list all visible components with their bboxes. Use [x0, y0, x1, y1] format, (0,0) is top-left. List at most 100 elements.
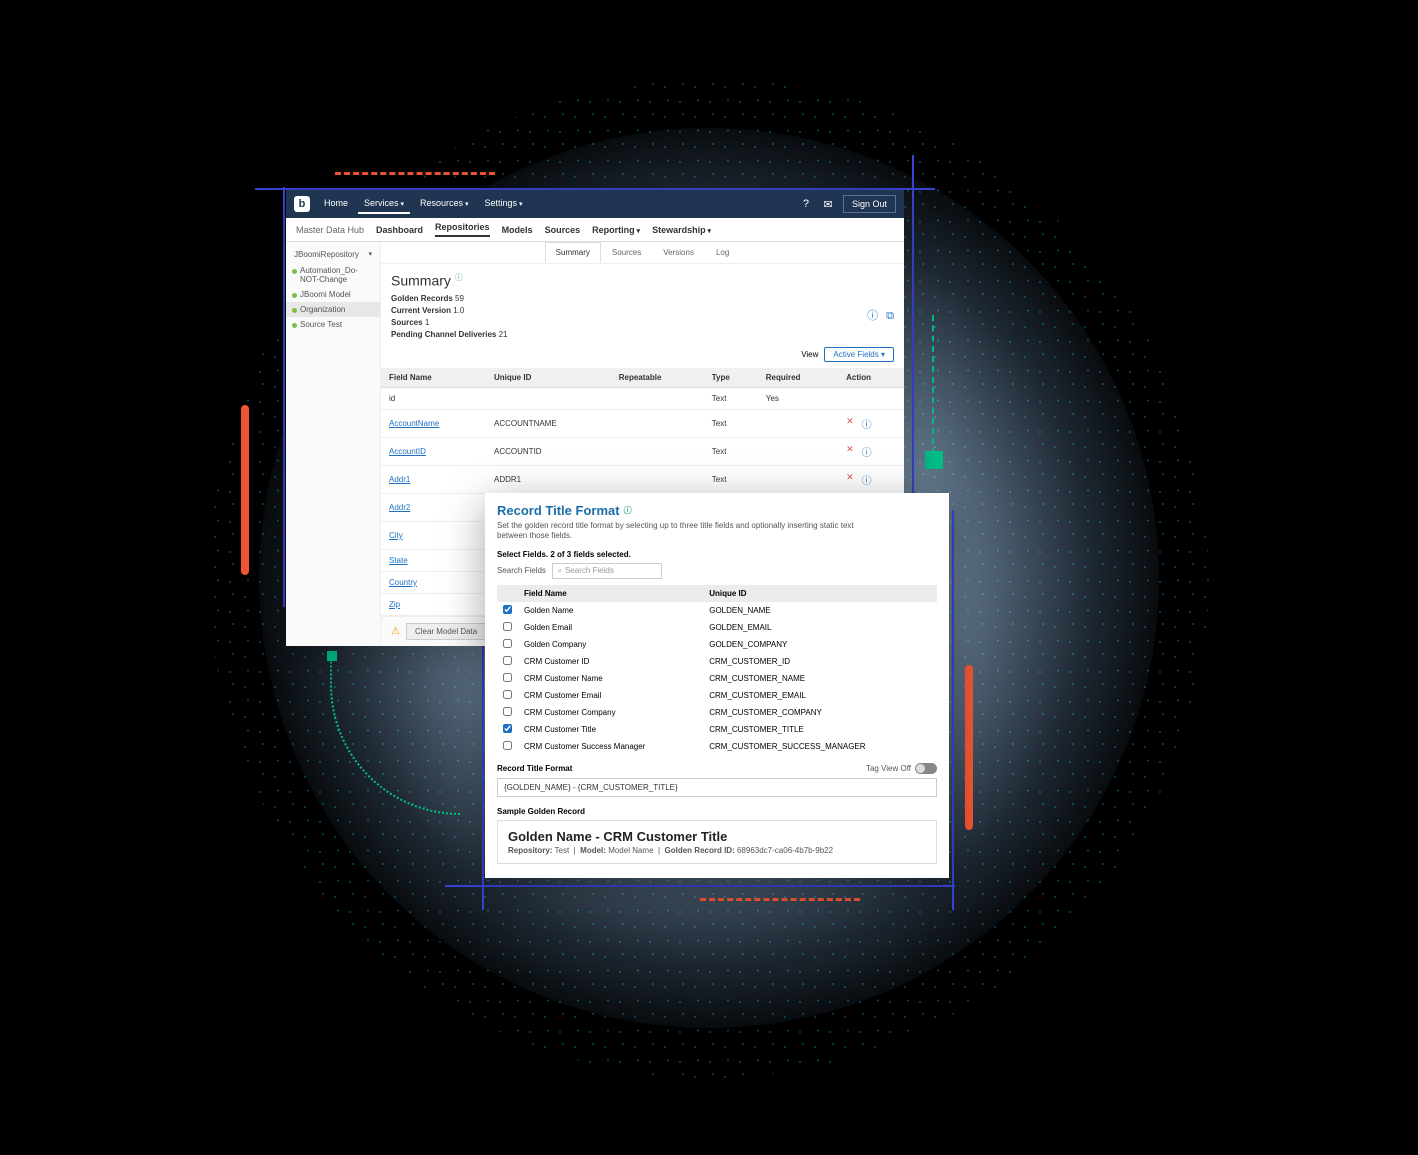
nav-resources[interactable]: Resources [414, 194, 475, 214]
accent-line [283, 187, 285, 607]
subnav-models[interactable]: Models [502, 225, 533, 235]
table-row: CRM Customer EmailCRM_CUSTOMER_EMAIL [497, 687, 937, 704]
nav-home[interactable]: Home [318, 194, 354, 214]
cell-field-name: Golden Company [518, 636, 703, 653]
tab-sources[interactable]: Sources [601, 242, 652, 263]
page-title: Summary ⓘ [381, 264, 904, 293]
accent-bar [241, 405, 249, 575]
cell-field-name[interactable]: Addr2 [381, 493, 486, 521]
info-icon[interactable]: ⓘ [862, 416, 872, 431]
sample-title: Golden Name - CRM Customer Title [508, 829, 926, 844]
search-label: Search Fields [497, 566, 546, 575]
info-icon[interactable]: ⓘ [624, 505, 632, 516]
sample-val: Test [555, 846, 570, 855]
subnav-repositories[interactable]: Repositories [435, 222, 490, 237]
field-checkbox[interactable] [503, 724, 512, 733]
field-checkbox[interactable] [503, 741, 512, 750]
nav-services[interactable]: Services [358, 194, 410, 214]
field-checkbox[interactable] [503, 656, 512, 665]
info-icon[interactable]: ⓘ [862, 444, 872, 459]
rtf-format-row: Record Title Format Tag View Off [497, 763, 937, 774]
sample-key: Model: [580, 846, 606, 855]
signout-button[interactable]: Sign Out [843, 195, 896, 213]
field-checkbox[interactable] [503, 673, 512, 682]
sample-key: Golden Record ID: [665, 846, 735, 855]
tabs: Summary Sources Versions Log [381, 242, 904, 264]
field-checkbox[interactable] [503, 690, 512, 699]
rtf-search-row: Search Fields ⌕ Search Fields [497, 563, 937, 579]
cell-field-name[interactable]: AccountID [381, 437, 486, 465]
tag-view-toggle[interactable] [915, 763, 937, 774]
sample-val: Model Name [608, 846, 653, 855]
delete-icon[interactable]: ✕ [846, 472, 854, 487]
info-icon[interactable]: ⓘ [867, 308, 878, 325]
sidebar-item[interactable]: JBoomi Model [286, 287, 380, 302]
table-row: Golden NameGOLDEN_NAME [497, 602, 937, 619]
cell-action: ✕ⓘ [838, 437, 904, 465]
sample-val: 68963dc7-ca06-4b7b-9b22 [737, 846, 833, 855]
field-checkbox[interactable] [503, 622, 512, 631]
tab-log[interactable]: Log [705, 242, 740, 263]
cell-field-name[interactable]: Addr1 [381, 465, 486, 493]
record-title-format-panel: Record Title Format ⓘ Set the golden rec… [485, 493, 949, 878]
cell-repeatable [611, 409, 704, 437]
meta-value: 59 [455, 294, 464, 303]
sidebar-repo-dropdown[interactable]: JBoomiRepository [286, 246, 380, 263]
col-repeatable: Repeatable [611, 368, 704, 388]
field-checkbox[interactable] [503, 605, 512, 614]
clear-model-button[interactable]: Clear Model Data [406, 623, 486, 640]
delete-icon[interactable]: ✕ [846, 416, 854, 431]
cell-uid: ADDR1 [486, 465, 611, 493]
rtf-heading: Record Title Format ⓘ [497, 503, 937, 518]
subnav-stewardship[interactable]: Stewardship [652, 225, 711, 235]
cell-action: ✕ⓘ [838, 465, 904, 493]
cell-required [758, 465, 838, 493]
field-checkbox[interactable] [503, 639, 512, 648]
warning-icon: ⚠ [391, 626, 400, 637]
cell-uid: GOLDEN_NAME [703, 602, 937, 619]
topbar-right: ? ✉ Sign Out [799, 195, 896, 213]
col-field-name: Field Name [381, 368, 486, 388]
cell-field-name[interactable]: State [381, 549, 486, 571]
cell-field-name[interactable]: Zip [381, 593, 486, 615]
nav-settings[interactable]: Settings [479, 194, 529, 214]
col-unique-id: Unique ID [486, 368, 611, 388]
cell-field-name[interactable]: AccountName [381, 409, 486, 437]
cell-uid: CRM_CUSTOMER_TITLE [703, 721, 937, 738]
help-icon[interactable]: ? [799, 197, 813, 211]
cell-uid: CRM_CUSTOMER_EMAIL [703, 687, 937, 704]
cell-uid: GOLDEN_EMAIL [703, 619, 937, 636]
subnav-reporting[interactable]: Reporting [592, 225, 640, 235]
table-row: Golden CompanyGOLDEN_COMPANY [497, 636, 937, 653]
sidebar-item[interactable]: Organization [286, 302, 380, 317]
cell-field-name[interactable]: City [381, 521, 486, 549]
tag-view-label: Tag View Off [866, 764, 911, 773]
sidebar-item[interactable]: Source Test [286, 317, 380, 332]
search-input[interactable]: ⌕ Search Fields [552, 563, 662, 579]
subnav-sources[interactable]: Sources [545, 225, 581, 235]
cell-field-name: CRM Customer Company [518, 704, 703, 721]
cell-type: Text [704, 437, 758, 465]
info-icon[interactable]: ⓘ [455, 273, 463, 282]
cell-required [758, 437, 838, 465]
mail-alert-icon[interactable]: ✉ [821, 197, 835, 211]
subnav-dashboard[interactable]: Dashboard [376, 225, 423, 235]
cell-field-name[interactable]: Country [381, 571, 486, 593]
sidebar-item[interactable]: Automation_Do-NOT-Change [286, 263, 380, 287]
table-row: idTextYes [381, 387, 904, 409]
info-icon[interactable]: ⓘ [862, 472, 872, 487]
accent-dash [700, 898, 860, 901]
cell-action: ✕ⓘ [838, 409, 904, 437]
rtf-description: Set the golden record title format by se… [497, 521, 857, 542]
table-row: CRM Customer NameCRM_CUSTOMER_NAME [497, 670, 937, 687]
tab-summary[interactable]: Summary [545, 242, 601, 263]
delete-icon[interactable]: ✕ [846, 444, 854, 459]
view-dropdown[interactable]: Active Fields [824, 347, 894, 362]
rtf-format-input[interactable]: {GOLDEN_NAME} - {CRM_CUSTOMER_TITLE} [497, 778, 937, 797]
copy-icon[interactable]: ⧉ [886, 308, 894, 325]
tab-versions[interactable]: Versions [652, 242, 705, 263]
col-field-name: Field Name [518, 585, 703, 602]
accent-bar [965, 665, 973, 830]
field-checkbox[interactable] [503, 707, 512, 716]
subnav-label: Master Data Hub [296, 225, 364, 235]
